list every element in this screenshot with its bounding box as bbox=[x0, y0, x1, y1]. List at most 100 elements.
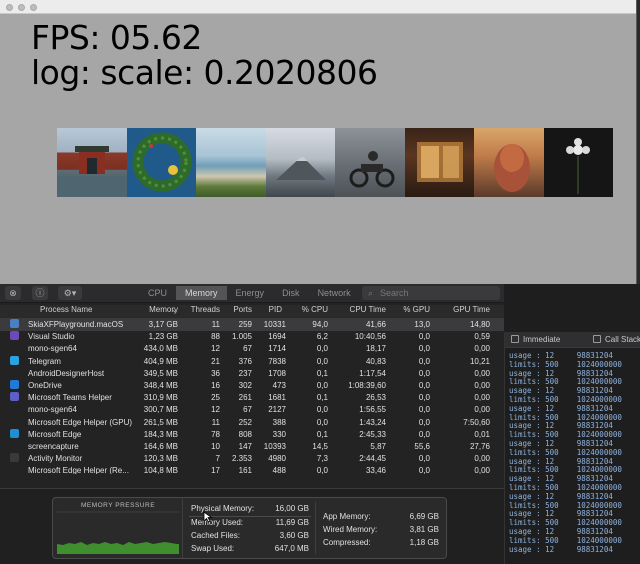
column-gpu[interactable]: % GPU bbox=[396, 305, 430, 314]
cell-pid: 10393 bbox=[263, 442, 286, 451]
column-cpu-time[interactable]: CPU Time bbox=[338, 305, 386, 314]
info-button[interactable]: ⓘ bbox=[32, 286, 48, 300]
cell-pid: 1714 bbox=[268, 344, 286, 354]
cell-cpu-time: 40,83 bbox=[365, 356, 386, 366]
cell-threads: 17 bbox=[211, 466, 220, 474]
thumbnail-woman[interactable] bbox=[474, 128, 544, 197]
cell-gpu: 0,0 bbox=[418, 405, 430, 415]
cell-gpu-time: 0,00 bbox=[474, 454, 490, 464]
cell-cpu: 0,1 bbox=[316, 429, 328, 439]
process-icon bbox=[10, 343, 19, 352]
cell-cpu: 0,0 bbox=[316, 344, 328, 354]
cell-ports: 237 bbox=[238, 368, 252, 378]
cell-ports: 147 bbox=[238, 442, 252, 451]
table-row[interactable]: Microsoft Edge 184,3 MB 78 808 330 0,1 2:45,33… bbox=[0, 428, 504, 441]
cell-threads: 36 bbox=[211, 368, 220, 378]
tab-immediate[interactable]: Immediate bbox=[523, 335, 560, 344]
cell-pid: 330 bbox=[272, 429, 286, 439]
cell-gpu-time: 0,00 bbox=[474, 381, 490, 390]
debug-log: usage : 12 98831204 limits: 500 102400000… bbox=[509, 351, 640, 554]
cell-cpu-time: 41,66 bbox=[365, 320, 386, 329]
column-process-name[interactable]: Process Name bbox=[40, 305, 92, 314]
thumbnail-cafe[interactable] bbox=[404, 128, 474, 197]
table-row[interactable]: screencapture 164,6 MB 10 147 10393 14,5 5,87 5… bbox=[0, 441, 504, 453]
cell-pid: 1694 bbox=[268, 332, 286, 342]
column-ports[interactable]: Ports bbox=[226, 305, 252, 314]
cell-cpu-time: 10:40,56 bbox=[354, 332, 386, 342]
memory-panel: MEMORY PRESSURE Physical Memory: 16,00 G… bbox=[52, 497, 447, 559]
physical-memory-value: 16,00 GB bbox=[275, 504, 309, 513]
window-titlebar bbox=[0, 0, 636, 14]
cell-ports: 1.005 bbox=[231, 332, 252, 342]
cell-ports: 161 bbox=[238, 466, 252, 474]
cell-cpu: 0,1 bbox=[316, 368, 328, 378]
cell-threads: 12 bbox=[211, 344, 220, 354]
log-scale-label: log: scale: 0.2020806 bbox=[31, 53, 378, 92]
thumbnail-motorcycle[interactable] bbox=[335, 128, 405, 197]
cell-gpu-time: 0,01 bbox=[474, 429, 490, 439]
cell-threads: 7 bbox=[215, 454, 220, 464]
cell-threads: 25 bbox=[211, 393, 220, 403]
cell-process-name: Telegram bbox=[28, 356, 61, 366]
table-row[interactable]: Telegram 404,9 MB 21 376 7838 0,0 40,83 0,0 10,2… bbox=[0, 355, 504, 368]
cell-gpu-time: 14,80 bbox=[469, 320, 490, 329]
thumbnail-wreath[interactable] bbox=[126, 128, 196, 197]
table-row[interactable]: SkiaXFPlayground.macOS 3,17 GB 11 259 10331 9… bbox=[0, 319, 504, 331]
table-row[interactable]: mono-sgen64 300,7 MB 12 67 2127 0,0 1:56,55 0,0… bbox=[0, 404, 504, 416]
cell-cpu: 14,5 bbox=[312, 442, 328, 451]
tab-memory[interactable]: Memory bbox=[176, 286, 227, 300]
cell-gpu: 0,0 bbox=[418, 381, 430, 390]
cell-memory: 434,0 MB bbox=[143, 344, 178, 354]
cell-threads: 11 bbox=[211, 320, 220, 329]
table-row[interactable]: Microsoft Edge Helper (Re... 104,8 MB 17 16… bbox=[0, 465, 504, 474]
minimize-window-button[interactable] bbox=[18, 4, 25, 11]
cell-cpu: 0,0 bbox=[316, 417, 328, 427]
table-row[interactable]: AndroidDesignerHost 349,5 MB 36 237 1708 0,1 1… bbox=[0, 368, 504, 380]
cell-gpu: 0,0 bbox=[418, 429, 430, 439]
gear-icon[interactable]: ⚙▾ bbox=[58, 286, 82, 300]
table-row[interactable]: Activity Monitor 120,3 MB 7 2.353 4980 7,3 2:4… bbox=[0, 453, 504, 465]
thumbnail-flower[interactable] bbox=[543, 128, 613, 197]
thumbnail-beach[interactable] bbox=[196, 128, 266, 197]
cell-pid: 2127 bbox=[268, 405, 286, 415]
tab-network[interactable]: Network bbox=[309, 286, 360, 300]
tab-disk[interactable]: Disk bbox=[273, 286, 309, 300]
column-gpu-time[interactable]: GPU Time bbox=[444, 305, 490, 314]
compressed-value: 1,18 GB bbox=[409, 538, 439, 547]
cell-cpu-time: 26,53 bbox=[365, 393, 386, 403]
table-row[interactable]: OneDrive 348,4 MB 16 302 473 0,0 1:08:39,60 0,0… bbox=[0, 380, 504, 392]
column-threads[interactable]: Threads bbox=[182, 305, 220, 314]
sort-chevron-icon: ⌄ bbox=[171, 305, 178, 314]
cell-gpu-time: 0,00 bbox=[474, 466, 490, 474]
table-row[interactable]: Visual Studio 1,23 GB 88 1.005 1694 6,2 10:40,… bbox=[0, 331, 504, 343]
tab-energy[interactable]: Energy bbox=[227, 286, 274, 300]
cell-cpu: 94,0 bbox=[312, 320, 328, 329]
cell-ports: 259 bbox=[238, 320, 252, 329]
stop-process-button[interactable]: ⊗ bbox=[5, 286, 21, 300]
close-window-button[interactable] bbox=[6, 4, 13, 11]
memory-used-value: 11,69 GB bbox=[275, 518, 309, 527]
debug-tabs: Immediate Call Stack bbox=[505, 332, 640, 348]
cell-gpu-time: 0,00 bbox=[474, 405, 490, 415]
tab-call-stack[interactable]: Call Stack bbox=[605, 335, 640, 344]
cell-pid: 4980 bbox=[268, 454, 286, 464]
table-row[interactable]: Microsoft Teams Helper 310,9 MB 25 261 1681 0… bbox=[0, 392, 504, 404]
zoom-window-button[interactable] bbox=[30, 4, 37, 11]
thumbnail-temple[interactable] bbox=[57, 128, 127, 197]
column-pid[interactable]: PID bbox=[258, 305, 282, 314]
cell-gpu: 0,0 bbox=[418, 393, 430, 403]
memory-summary: MEMORY PRESSURE Physical Memory: 16,00 G… bbox=[0, 488, 504, 564]
column-cpu[interactable]: % CPU bbox=[290, 305, 328, 314]
process-icon bbox=[10, 331, 19, 341]
cell-process-name: mono-sgen64 bbox=[28, 405, 77, 415]
tab-cpu[interactable]: CPU bbox=[139, 286, 176, 300]
process-icon bbox=[10, 441, 19, 450]
table-row[interactable]: mono-sgen64 434,0 MB 12 67 1714 0,0 18,17 0,0 0,… bbox=[0, 343, 504, 355]
cell-gpu-time: 7:50,60 bbox=[463, 417, 490, 427]
cell-memory: 184,3 MB bbox=[143, 429, 178, 439]
table-row[interactable]: Microsoft Edge Helper (GPU) 261,5 MB 11 252… bbox=[0, 417, 504, 429]
cell-process-name: Microsoft Edge Helper (Re... bbox=[28, 466, 129, 474]
cell-process-name: Microsoft Edge bbox=[28, 429, 82, 439]
search-input[interactable]: ⌕ Search bbox=[362, 286, 500, 300]
thumbnail-mountain[interactable] bbox=[265, 128, 335, 197]
